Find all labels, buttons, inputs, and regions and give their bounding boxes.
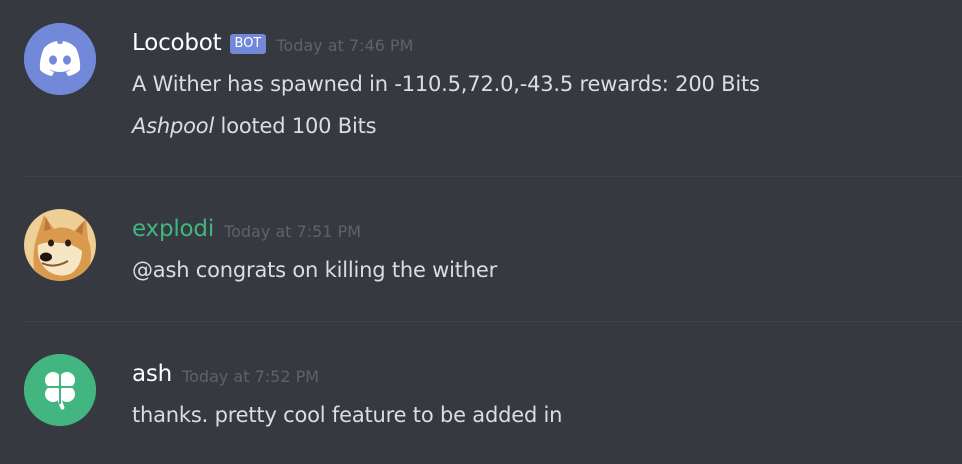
message-content: Locobot BOT Today at 7:46 PM A Wither ha… — [132, 23, 962, 147]
message-text: thanks. pretty cool feature to be added … — [132, 403, 563, 427]
loot-text: looted 100 Bits — [214, 114, 377, 138]
message-content: explodi Today at 7:51 PM @ash congrats o… — [132, 209, 962, 291]
username[interactable]: ash — [132, 361, 172, 387]
clover-avatar-icon — [24, 354, 96, 426]
message-content: ash Today at 7:52 PM thanks. pretty cool… — [132, 354, 962, 436]
username[interactable]: Locobot — [132, 30, 222, 56]
message-timestamp: Today at 7:46 PM — [276, 35, 414, 55]
bot-badge: BOT — [229, 34, 267, 54]
message-header: ash Today at 7:52 PM — [132, 354, 962, 394]
message-text: A Wither has spawned in -110.5,72.0,-43.… — [132, 72, 760, 96]
username[interactable]: explodi — [132, 216, 214, 242]
message-timestamp: Today at 7:51 PM — [224, 221, 362, 241]
avatar[interactable] — [24, 354, 96, 426]
message-group-explodi: explodi Today at 7:51 PM @ash congrats o… — [0, 177, 962, 321]
doge-avatar-icon — [24, 209, 96, 281]
message-group-ash: ash Today at 7:52 PM thanks. pretty cool… — [0, 322, 962, 464]
avatar[interactable] — [24, 209, 96, 281]
chat-message-list: Locobot BOT Today at 7:46 PM A Wither ha… — [0, 0, 962, 464]
message-header: explodi Today at 7:51 PM — [132, 209, 962, 249]
message-timestamp: Today at 7:52 PM — [182, 366, 320, 386]
avatar[interactable] — [24, 23, 96, 95]
discord-logo-icon — [24, 23, 96, 95]
message-text: @ash congrats on killing the wither — [132, 258, 498, 282]
message-text: Ashpool looted 100 Bits — [132, 105, 962, 147]
message-header: Locobot BOT Today at 7:46 PM — [132, 23, 962, 63]
message-group-locobot: Locobot BOT Today at 7:46 PM A Wither ha… — [0, 0, 962, 176]
italic-username: Ashpool — [132, 114, 215, 138]
